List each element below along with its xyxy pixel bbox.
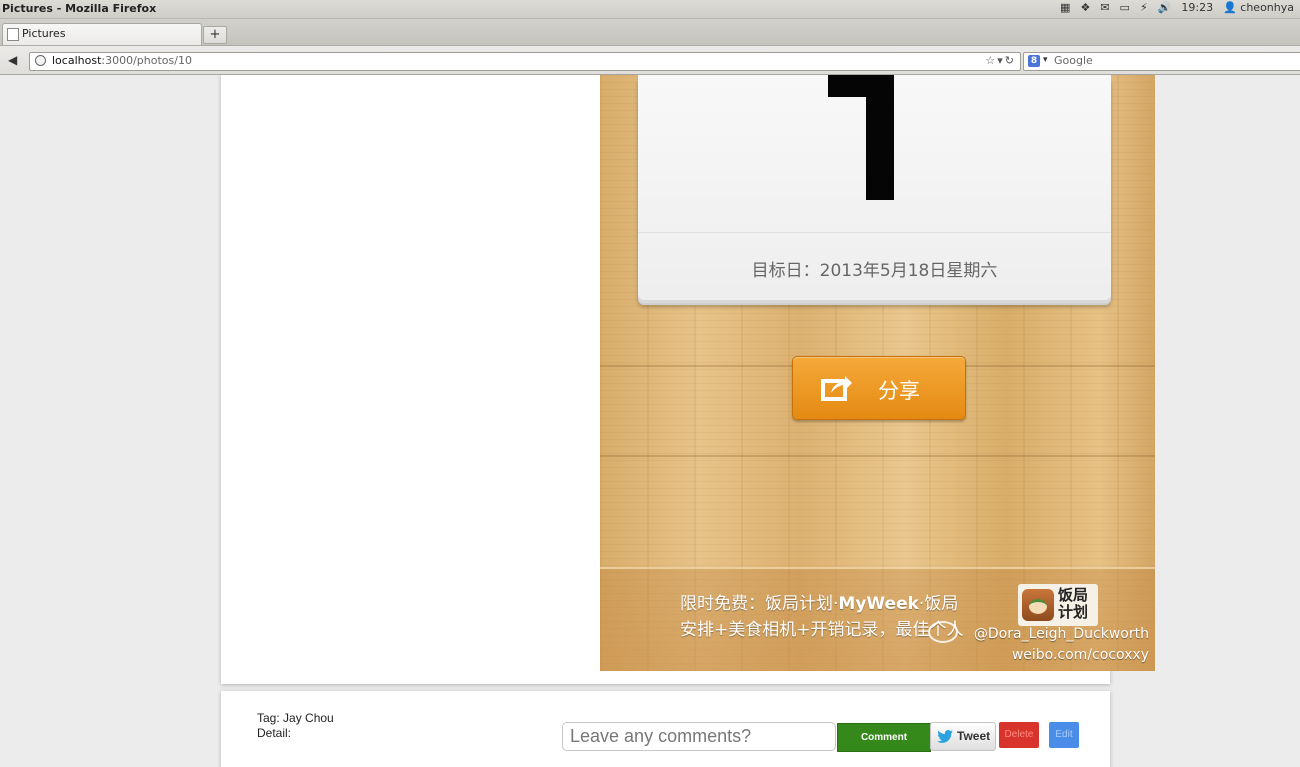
tweet-label: Tweet (957, 729, 991, 743)
site-identity-icon[interactable] (35, 55, 46, 66)
promo-banner: 限时免费：饭局计划·MyWeek·饭局 安排+美食相机+开销记录，最佳个人 饭局… (600, 567, 1155, 671)
app-logo-icon (1022, 589, 1054, 621)
twitter-bird-icon (937, 730, 953, 743)
battery-icon[interactable]: ▭ (1120, 1, 1130, 14)
digit-stroke (828, 75, 872, 97)
page-icon (7, 28, 19, 41)
user-menu[interactable]: 👤 cheonhya (1223, 1, 1294, 14)
user-name: cheonhya (1240, 1, 1294, 14)
search-input[interactable]: Google (1054, 54, 1093, 67)
tweet-button[interactable]: Tweet (930, 722, 996, 751)
banner-line-1-pre: 限时免费：饭局计划· (680, 594, 839, 614)
url-host: localhost (52, 54, 102, 67)
search-engine-icon[interactable]: 8 (1028, 55, 1040, 67)
banner-app-name: MyWeek (838, 594, 919, 614)
app-logo-text: 饭局计划 (1058, 586, 1089, 621)
user-icon: 👤 (1223, 1, 1237, 14)
photo-info-card: Tag: Jay Chou Detail: Comment Tweet Dele… (221, 691, 1110, 767)
page-content: 目标日：2013年5月18日星期六 分享 限时免费：饭局计划·MyWeek·饭局… (0, 75, 1300, 767)
delete-button[interactable]: Delete (999, 722, 1039, 748)
new-tab-button[interactable]: + (203, 26, 227, 44)
weibo-icon (928, 621, 958, 643)
photo-image: 目标日：2013年5月18日星期六 分享 限时免费：饭局计划·MyWeek·饭局… (600, 75, 1155, 671)
watermark-user: @Dora_Leigh_Duckworth (973, 626, 1149, 642)
photo-card: 目标日：2013年5月18日星期六 分享 限时免费：饭局计划·MyWeek·饭局… (221, 75, 1155, 684)
url-bar-controls[interactable]: ☆▾↻ (985, 54, 1016, 67)
share-button-graphic: 分享 (792, 356, 966, 420)
tab-pictures[interactable]: Pictures (2, 23, 202, 45)
banner-line-1-post: ·饭局 (918, 594, 959, 614)
tab-title: Pictures (22, 27, 66, 40)
keyboard-icon[interactable]: ▦ (1060, 1, 1070, 14)
search-engine-dropdown[interactable]: ▾ (1043, 55, 1048, 65)
dropbox-icon[interactable]: ❖ (1080, 1, 1090, 14)
url-bar[interactable]: localhost:3000/photos/10 ☆▾↻ (29, 52, 1021, 71)
share-label: 分享 (878, 379, 920, 403)
url-text: localhost:3000/photos/10 (52, 54, 192, 67)
window-title: Pictures - Mozilla Firefox (2, 2, 157, 15)
calendar-digit-graphic (828, 75, 918, 200)
comment-input[interactable] (562, 722, 836, 751)
url-path: :3000/photos/10 (101, 54, 192, 67)
back-button[interactable]: ◀ (8, 53, 17, 67)
calendar-date-text: 目标日：2013年5月18日星期六 (751, 261, 998, 281)
calendar-divider (638, 232, 1111, 233)
watermark-url: weibo.com/cocoxxy (1011, 647, 1149, 663)
banner-line-2: 安排+美食相机+开销记录，最佳个人 (680, 620, 964, 640)
clock[interactable]: 19:23 (1181, 1, 1213, 14)
system-top-panel: Pictures - Mozilla Firefox ▦ ❖ ✉ ▭ ⚡ 🔊 1… (0, 0, 1300, 19)
edit-button[interactable]: Edit (1049, 722, 1079, 748)
app-logo: 饭局计划 (1018, 584, 1098, 626)
photo-detail: Detail: (257, 726, 292, 740)
photo-tag: Tag: Jay Chou (257, 711, 334, 725)
system-indicators: ▦ ❖ ✉ ▭ ⚡ 🔊 19:23 👤 cheonhya (1060, 1, 1294, 14)
share-icon (821, 376, 852, 401)
search-bar[interactable]: 8 ▾ Google (1023, 52, 1300, 71)
bluetooth-icon[interactable]: ⚡ (1140, 1, 1148, 14)
banner-line-1: 限时免费：饭局计划·MyWeek·饭局 (680, 589, 958, 614)
wood-seam (600, 455, 1155, 457)
tab-strip: Pictures + (0, 19, 1300, 46)
volume-icon[interactable]: 🔊 (1158, 1, 1172, 14)
calendar-card: 目标日：2013年5月18日星期六 (638, 75, 1111, 300)
comment-button[interactable]: Comment (837, 723, 931, 752)
navigation-toolbar: ◀ localhost:3000/photos/10 ☆▾↻ 8 ▾ Googl… (0, 46, 1300, 75)
mail-icon[interactable]: ✉ (1100, 1, 1109, 14)
